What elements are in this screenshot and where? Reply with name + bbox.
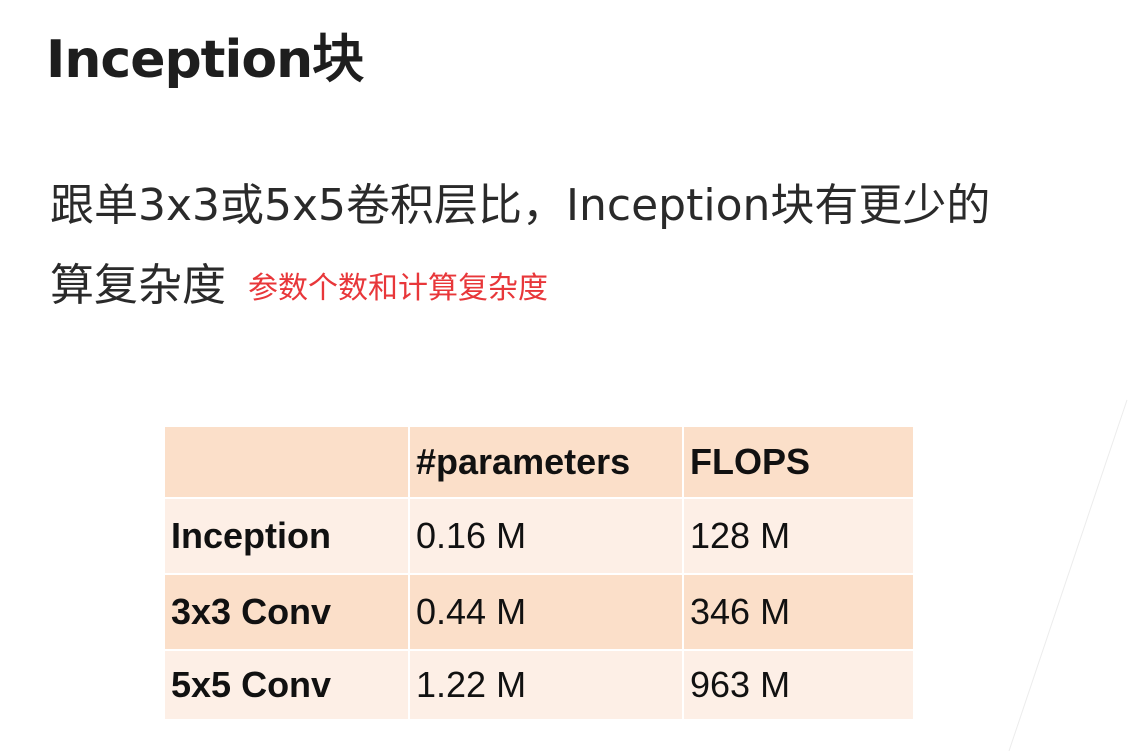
body-text-line-2-text: 算复杂度 [50, 260, 226, 311]
handwritten-annotation: 参数个数和计算复杂度 [248, 271, 548, 306]
table-row: 3x3 Conv 0.44 M 346 M [163, 573, 915, 651]
table-header-cell-flops: FLOPS [682, 425, 915, 499]
cell-parameters: 1.22 M [408, 649, 684, 721]
table-header-row: #parameters FLOPS [163, 425, 915, 499]
decorative-line [1008, 399, 1128, 751]
cell-flops: 128 M [682, 497, 915, 575]
comparison-table: #parameters FLOPS Inception 0.16 M 128 M… [163, 425, 915, 721]
table-header-cell-empty [163, 425, 410, 499]
table-row: Inception 0.16 M 128 M [163, 497, 915, 575]
table-header-cell-parameters: #parameters [408, 425, 684, 499]
table-row: 5x5 Conv 1.22 M 963 M [163, 649, 915, 721]
slide-title: Inception块 [46, 30, 364, 90]
cell-flops: 963 M [682, 649, 915, 721]
cell-parameters: 0.16 M [408, 497, 684, 575]
row-label-inception: Inception [163, 497, 410, 575]
body-text-line-2: 算复杂度 参数个数和计算复杂度 [50, 256, 548, 319]
cell-parameters: 0.44 M [408, 573, 684, 651]
row-label-5x5-conv: 5x5 Conv [163, 649, 410, 721]
cell-flops: 346 M [682, 573, 915, 651]
row-label-3x3-conv: 3x3 Conv [163, 573, 410, 651]
body-text-line-1: 跟单3x3或5x5卷积层比，Inception块有更少的 [50, 180, 991, 231]
